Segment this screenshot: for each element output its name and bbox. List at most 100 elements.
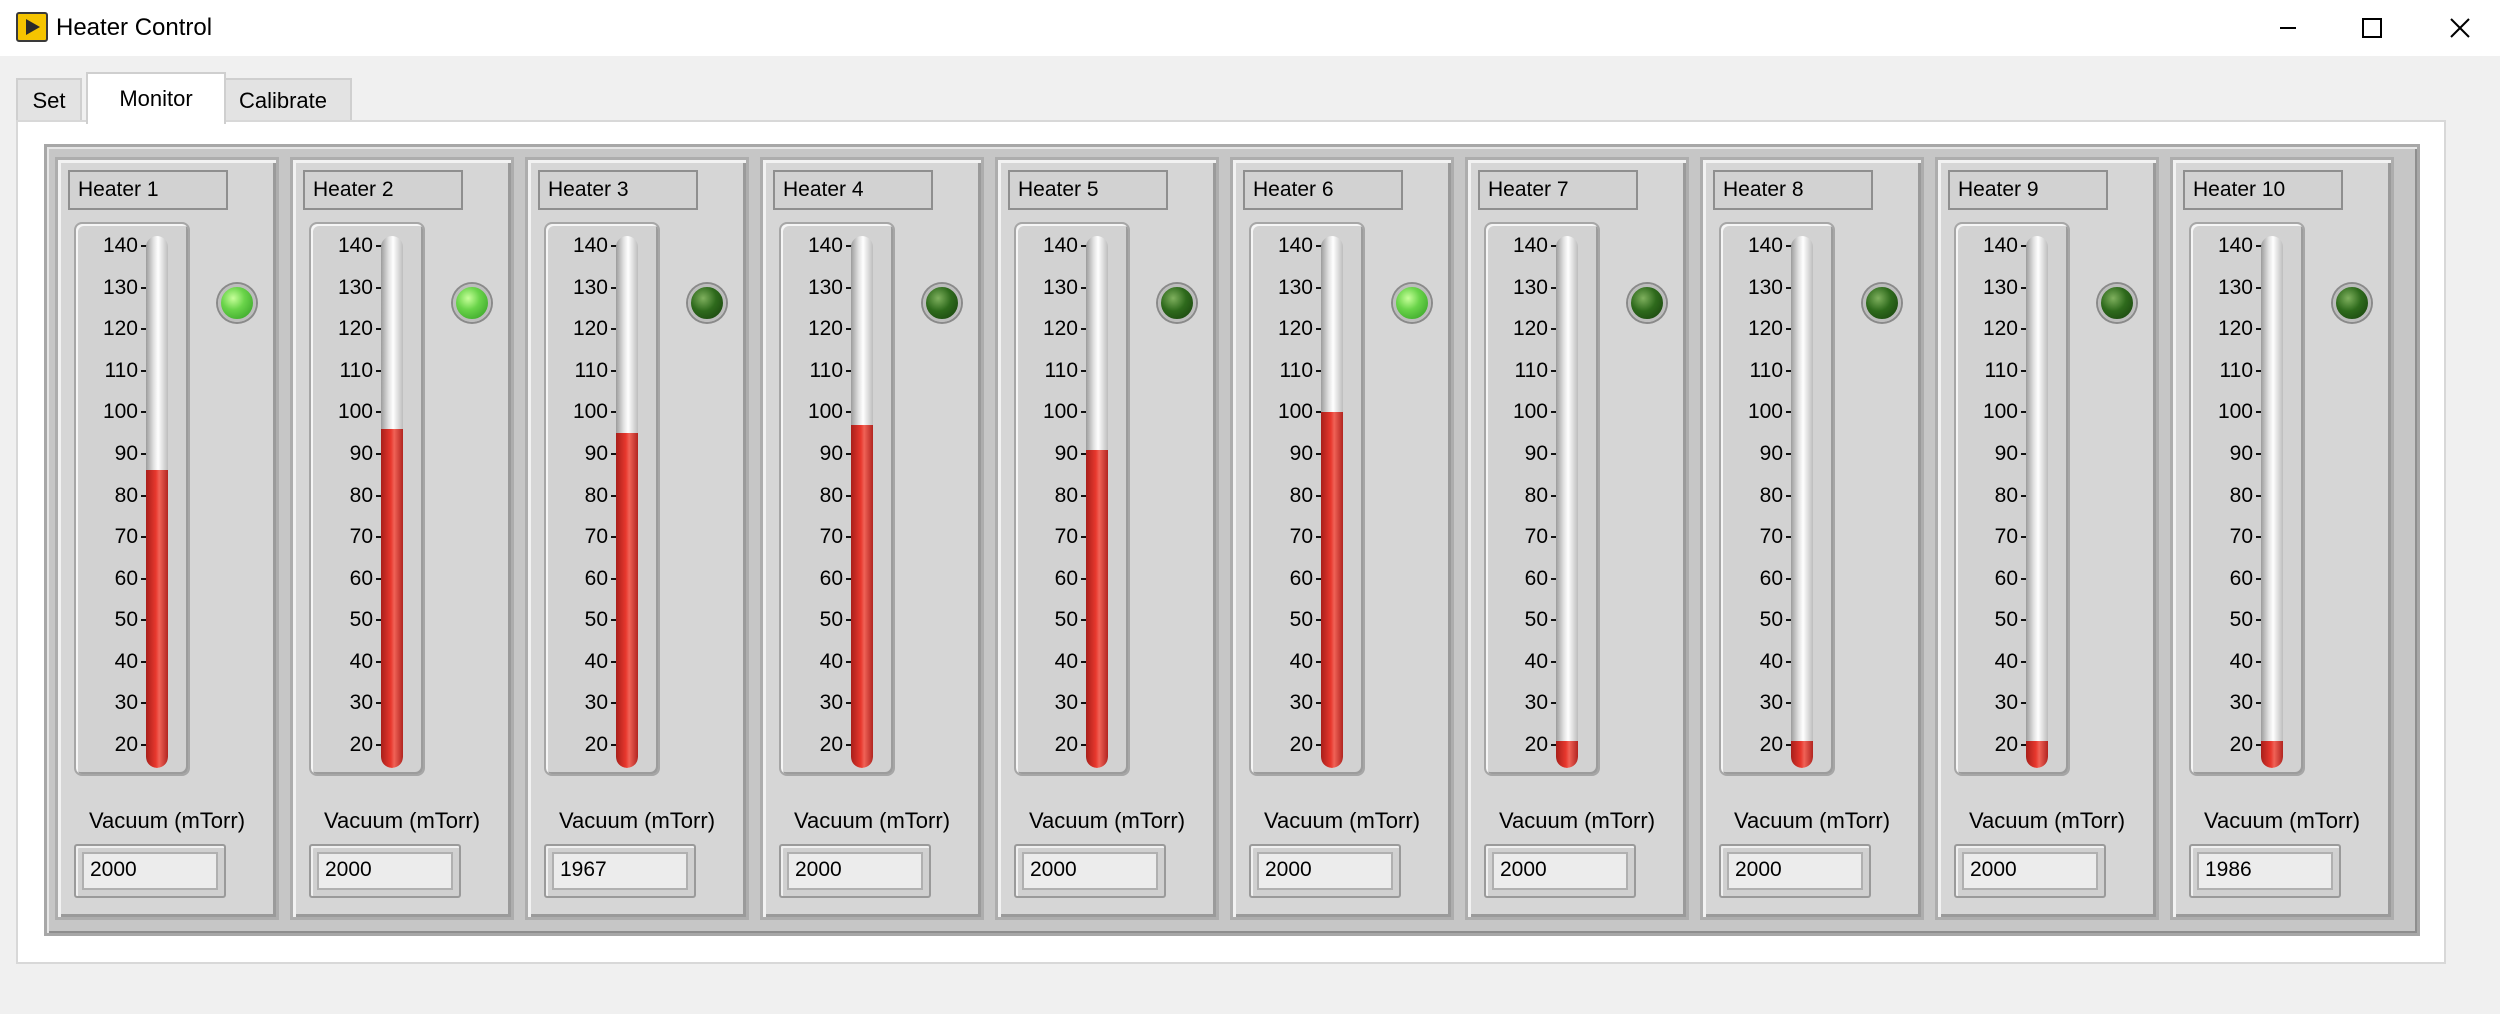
vacuum-indicator: 2000	[1719, 844, 1871, 898]
tick-label: 100	[1747, 400, 1783, 424]
status-led-indicator	[688, 284, 726, 322]
thermometer-gauge: 140 130 120 110 100 90 80 70 60 50 40 30 20	[1484, 222, 1600, 776]
thermometer-gauge: 140 130 120 110 100 90 80 70 60 50 40 30 20	[1249, 222, 1365, 776]
tick-label: 100	[2217, 400, 2253, 424]
tick-label: 130	[1982, 275, 2018, 299]
thermometer-tube	[616, 236, 638, 768]
vacuum-label: Vacuum (mTorr)	[1498, 808, 1656, 833]
tab-monitor[interactable]: Monitor	[86, 72, 226, 124]
heater-name-label: Heater 1	[68, 170, 228, 210]
thermometer-tube	[1791, 236, 1813, 768]
tick-label: 20	[1524, 733, 1548, 756]
tick-label: 70	[1289, 525, 1313, 549]
vacuum-label: Vacuum (mTorr)	[88, 808, 246, 833]
maximize-icon	[2362, 18, 2382, 38]
tick-label: 110	[1749, 358, 1783, 382]
heater-panel: Heater 6 140 130 120 110 100 90 80 70 60 50 40 30 20 V…	[1230, 157, 1454, 920]
tab-calibrate[interactable]: Calibrate	[214, 78, 352, 122]
tick-label: 130	[1512, 275, 1548, 299]
tick-label: 90	[114, 441, 138, 465]
tick-label: 120	[337, 317, 373, 341]
tick-label: 60	[2229, 566, 2253, 590]
tick-label: 80	[349, 483, 373, 507]
tick-label: 60	[1054, 566, 1078, 590]
tick-label: 60	[1759, 566, 1783, 590]
tick-label: 120	[572, 317, 608, 341]
tick-label: 70	[1759, 525, 1783, 549]
tick-label: 20	[1994, 733, 2018, 756]
thermometer-fill	[2026, 740, 2048, 768]
vacuum-indicator: 1967	[544, 844, 696, 898]
status-led-indicator	[2098, 284, 2136, 322]
tick-label: 140	[1042, 234, 1078, 257]
heater-panel: Heater 8 140 130 120 110 100 90 80 70 60 50 40 30 20 V…	[1700, 157, 1924, 920]
close-button[interactable]	[2430, 8, 2490, 48]
vacuum-label: Vacuum (mTorr)	[1733, 808, 1891, 833]
thermometer-fill	[1556, 740, 1578, 768]
tick-label: 50	[2229, 608, 2253, 632]
tick-label: 80	[2229, 483, 2253, 507]
tick-label: 90	[584, 441, 608, 465]
status-led-indicator	[923, 284, 961, 322]
tick-label: 30	[819, 691, 843, 715]
status-led-indicator	[218, 284, 256, 322]
tick-label: 60	[1524, 566, 1548, 590]
vacuum-value: 2000	[1022, 852, 1158, 890]
tick-label: 40	[1524, 649, 1548, 673]
tick-label: 140	[2217, 234, 2253, 257]
tick-label: 40	[584, 649, 608, 673]
tick-label: 80	[1994, 483, 2018, 507]
tick-label: 40	[2229, 649, 2253, 673]
tick-label: 80	[584, 483, 608, 507]
tick-label: 20	[1759, 733, 1783, 756]
heater-name-label: Heater 5	[1008, 170, 1168, 210]
tick-label: 140	[1747, 234, 1783, 257]
tick-label: 70	[1994, 525, 2018, 549]
tick-label: 70	[349, 525, 373, 549]
tick-label: 140	[1512, 234, 1548, 257]
vacuum-label: Vacuum (mTorr)	[1028, 808, 1186, 833]
tick-label: 90	[1054, 441, 1078, 465]
tick-label: 30	[2229, 691, 2253, 715]
tick-label: 120	[1277, 317, 1313, 341]
tick-label: 110	[1279, 358, 1313, 382]
status-led-indicator	[2333, 284, 2371, 322]
tick-label: 50	[114, 608, 138, 632]
tick-label: 140	[1982, 234, 2018, 257]
tick-label: 100	[102, 400, 138, 424]
tick-label: 20	[819, 733, 843, 756]
tick-label: 130	[1042, 275, 1078, 299]
vacuum-label: Vacuum (mTorr)	[323, 808, 481, 833]
status-led-indicator	[1863, 284, 1901, 322]
tick-label: 90	[1289, 441, 1313, 465]
vacuum-value: 2000	[82, 852, 218, 890]
tick-label: 40	[114, 649, 138, 673]
tick-label: 110	[104, 358, 138, 382]
tick-label: 130	[807, 275, 843, 299]
maximize-button[interactable]	[2342, 8, 2402, 48]
tick-label: 80	[1054, 483, 1078, 507]
tick-label: 50	[1054, 608, 1078, 632]
tick-label: 30	[584, 691, 608, 715]
heater-panel: Heater 5 140 130 120 110 100 90 80 70 60 50 40 30 20 V…	[995, 157, 1219, 920]
heater-panel: Heater 7 140 130 120 110 100 90 80 70 60 50 40 30 20 V…	[1465, 157, 1689, 920]
tick-label: 90	[1759, 441, 1783, 465]
thermometer-fill	[381, 428, 403, 768]
vacuum-indicator: 2000	[309, 844, 461, 898]
tick-label: 110	[1984, 358, 2018, 382]
tick-label: 100	[1277, 400, 1313, 424]
tick-label: 60	[349, 566, 373, 590]
tick-label: 30	[1054, 691, 1078, 715]
heater-name-label: Heater 6	[1243, 170, 1403, 210]
thermometer-tube	[381, 236, 403, 768]
tab-set[interactable]: Set	[16, 78, 82, 122]
tick-label: 140	[572, 234, 608, 257]
thermometer-fill	[1791, 740, 1813, 768]
tick-label: 20	[114, 733, 138, 756]
tick-label: 50	[1759, 608, 1783, 632]
tick-label: 20	[2229, 733, 2253, 756]
heater-name-label: Heater 3	[538, 170, 698, 210]
vacuum-label: Vacuum (mTorr)	[2203, 808, 2361, 833]
vacuum-label: Vacuum (mTorr)	[1263, 808, 1421, 833]
minimize-button[interactable]	[2258, 8, 2318, 48]
